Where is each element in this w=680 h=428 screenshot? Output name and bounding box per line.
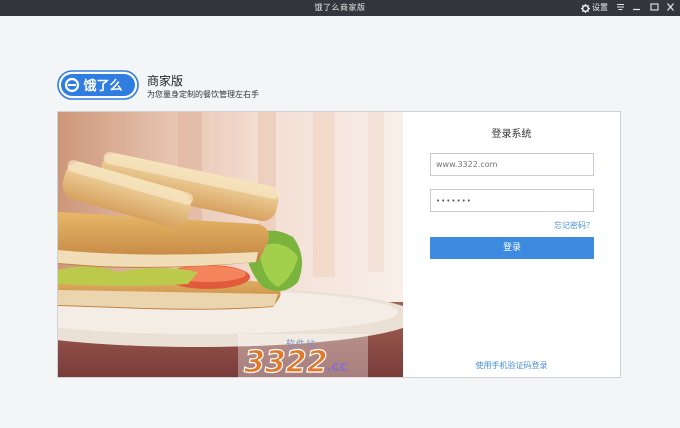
gear-icon	[581, 3, 590, 13]
brand-slogan: 为您量身定制的餐饮管理左右手	[147, 90, 259, 99]
eleme-logo: 饿了么	[57, 70, 139, 100]
login-button[interactable]: 登录	[430, 237, 594, 259]
forgot-password-link[interactable]: 忘记密码？	[554, 220, 594, 231]
watermark-domain: .cc	[326, 359, 348, 375]
login-form: 登录系统 忘记密码？ 登录 使用手机验证码登录	[403, 112, 620, 377]
logo-text: 饿了么	[82, 78, 122, 94]
menu-icon	[616, 3, 625, 13]
watermark-site: 软件站	[286, 340, 317, 350]
brand-name: 商家版	[147, 74, 184, 88]
maximize-button[interactable]	[647, 0, 661, 16]
title-bar: 饿了么商家版 设置	[0, 0, 680, 16]
settings-button[interactable]: 设置	[581, 0, 608, 16]
login-title: 登录系统	[491, 129, 532, 140]
password-input[interactable]	[430, 189, 594, 212]
maximize-icon	[649, 3, 659, 13]
minimize-button[interactable]	[629, 0, 643, 16]
minimize-icon	[632, 3, 641, 13]
username-input[interactable]	[430, 153, 594, 176]
menu-button[interactable]	[613, 0, 627, 16]
window-title: 饿了么商家版	[314, 3, 366, 12]
watermark-number: 3322	[244, 345, 328, 380]
close-icon	[666, 3, 675, 13]
settings-label: 设置	[592, 3, 608, 12]
sms-login-link[interactable]: 使用手机验证码登录	[403, 360, 620, 371]
close-button[interactable]	[663, 0, 677, 16]
